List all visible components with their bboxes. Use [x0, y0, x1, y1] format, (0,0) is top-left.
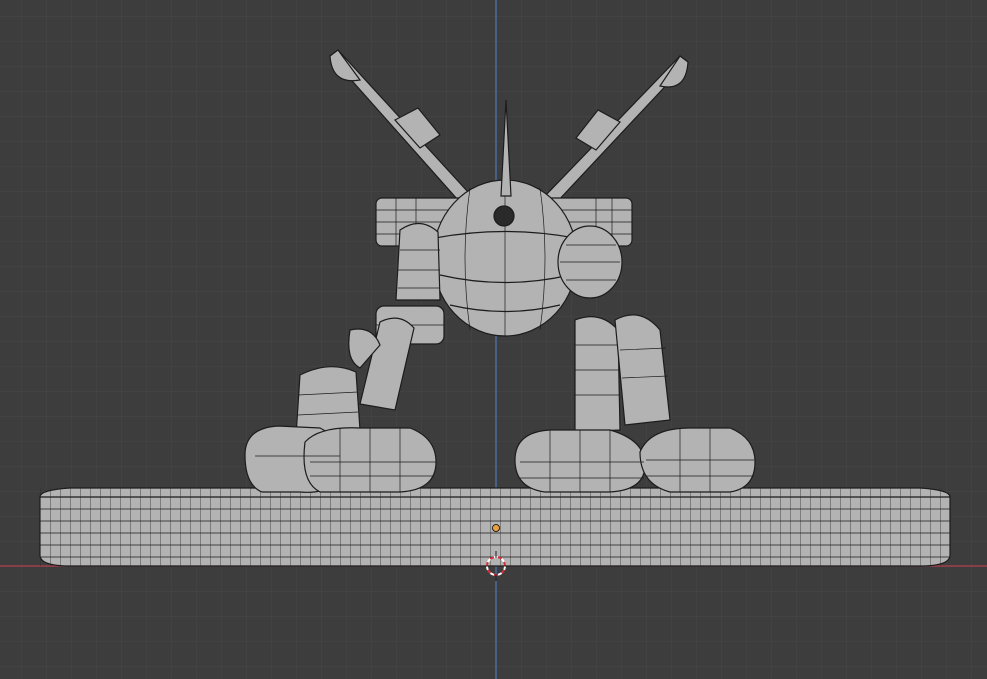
- floor-grid: [0, 0, 987, 679]
- viewport-canvas[interactable]: [0, 0, 987, 679]
- body-sphere[interactable]: [432, 179, 578, 337]
- object-origin-icon[interactable]: [492, 524, 500, 532]
- 3d-viewport[interactable]: 3d-viewport-front-orthographic-wireframe: [0, 0, 987, 679]
